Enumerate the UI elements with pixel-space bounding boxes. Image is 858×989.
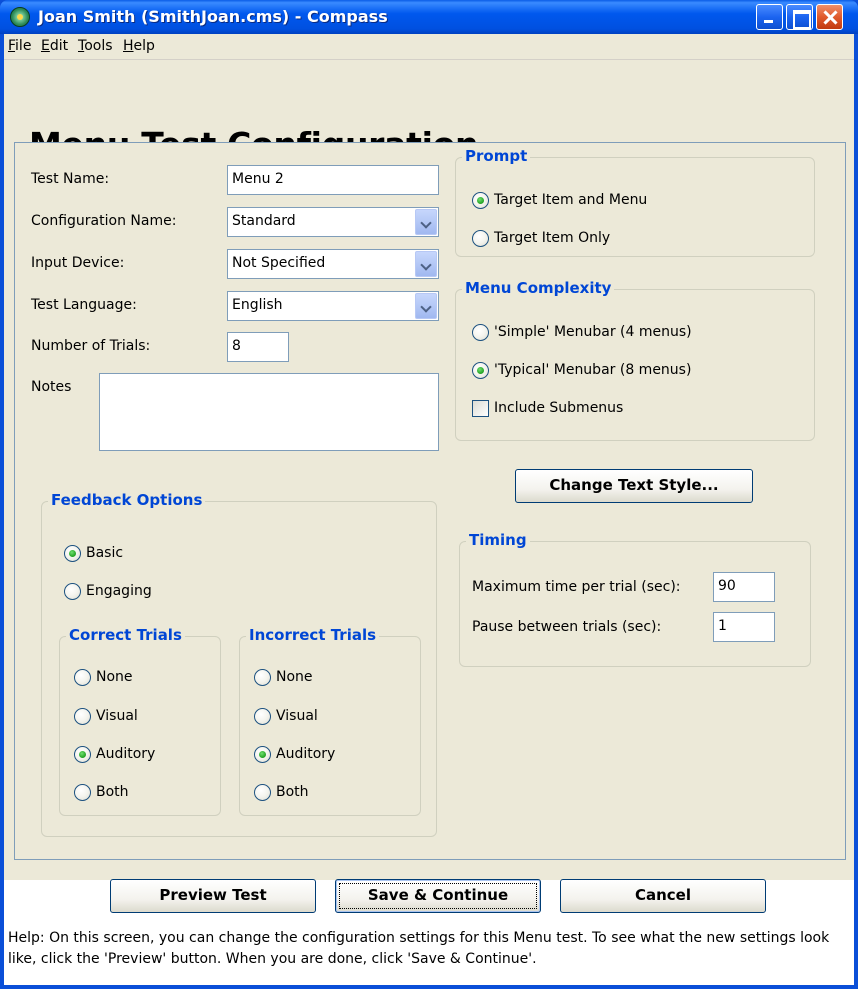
correct-trials-title: Correct Trials <box>66 626 185 644</box>
radio-icon <box>74 669 91 686</box>
input-device-select[interactable]: Not Specified <box>227 249 439 279</box>
checkbox-icon <box>472 400 489 417</box>
trials-input[interactable]: 8 <box>227 332 289 362</box>
menu-help-label: elp <box>133 38 155 54</box>
chevron-down-icon[interactable] <box>415 251 437 277</box>
save-continue-button[interactable]: Save & Continue <box>335 879 541 913</box>
prompt-target-menu-label: Target Item and Menu <box>494 192 648 208</box>
menu-help-mnemonic: H <box>123 38 134 54</box>
prompt-group: Prompt Target Item and Menu Target Item … <box>455 147 815 257</box>
menu-edit[interactable]: Edit <box>41 38 68 54</box>
feedback-options-group: Feedback Options Basic Engaging Correct … <box>41 491 437 837</box>
incorrect-trials-title: Incorrect Trials <box>246 626 380 644</box>
maximize-button[interactable] <box>786 4 813 30</box>
pause-time-input[interactable]: 1 <box>713 612 775 642</box>
incorrect-visual-label: Visual <box>276 708 318 724</box>
incorrect-trials-group: Incorrect Trials None Visual Auditory Bo… <box>239 626 421 816</box>
change-text-style-button[interactable]: Change Text Style... <box>515 469 753 503</box>
minimize-button[interactable] <box>756 4 783 30</box>
correct-both-label: Both <box>96 784 129 800</box>
close-button[interactable] <box>816 4 843 30</box>
radio-icon <box>472 324 489 341</box>
radio-selected-icon <box>472 192 489 209</box>
pause-time-label: Pause between trials (sec): <box>472 619 662 635</box>
cancel-button[interactable]: Cancel <box>560 879 766 913</box>
menu-complexity-title: Menu Complexity <box>462 279 615 297</box>
prompt-target-only-label: Target Item Only <box>494 230 611 246</box>
menu-file[interactable]: File <box>8 38 31 54</box>
config-name-label: Configuration Name: <box>31 213 177 229</box>
feedback-options-title: Feedback Options <box>48 491 206 509</box>
radio-icon <box>74 784 91 801</box>
language-select[interactable]: English <box>227 291 439 321</box>
menu-tools[interactable]: Tools <box>78 38 113 54</box>
radio-icon <box>254 669 271 686</box>
notes-label: Notes <box>31 379 72 395</box>
input-device-value: Not Specified <box>232 255 326 271</box>
window-client: File Edit Tools Help Menu Test Configura… <box>4 34 854 985</box>
help-text: Help: On this screen, you can change the… <box>4 926 854 985</box>
menu-bar: File Edit Tools Help <box>4 34 854 60</box>
feedback-engaging-label: Engaging <box>86 583 152 599</box>
radio-selected-icon <box>472 362 489 379</box>
menu-file-label: ile <box>15 38 32 54</box>
preview-test-button[interactable]: Preview Test <box>110 879 316 913</box>
config-panel: Test Name: Menu 2 Configuration Name: St… <box>14 142 846 860</box>
test-name-input[interactable]: Menu 2 <box>227 165 439 195</box>
app-icon[interactable] <box>10 7 30 27</box>
config-name-select[interactable]: Standard <box>227 207 439 237</box>
incorrect-auditory-label: Auditory <box>276 746 336 762</box>
timing-group: Timing Maximum time per trial (sec): 90 … <box>459 531 811 667</box>
language-label: Test Language: <box>31 297 137 313</box>
menu-edit-label: dit <box>49 38 69 54</box>
input-device-label: Input Device: <box>31 255 125 271</box>
window-title: Joan Smith (SmithJoan.cms) - Compass <box>38 7 388 26</box>
notes-textarea[interactable] <box>99 373 439 451</box>
max-time-label: Maximum time per trial (sec): <box>472 579 681 595</box>
timing-title: Timing <box>466 531 530 549</box>
menu-help[interactable]: Help <box>123 38 155 54</box>
feedback-basic-label: Basic <box>86 545 124 561</box>
menu-edit-mnemonic: E <box>41 38 50 54</box>
radio-icon <box>472 230 489 247</box>
incorrect-both-label: Both <box>276 784 309 800</box>
language-value: English <box>232 297 283 313</box>
window-frame: Joan Smith (SmithJoan.cms) - Compass Fil… <box>0 0 858 989</box>
correct-auditory-label: Auditory <box>96 746 156 762</box>
max-time-input[interactable]: 90 <box>713 572 775 602</box>
radio-icon <box>64 583 81 600</box>
radio-selected-icon <box>254 746 271 763</box>
prompt-title: Prompt <box>462 147 531 165</box>
trials-label: Number of Trials: <box>31 338 151 354</box>
menu-complexity-group: Menu Complexity 'Simple' Menubar (4 menu… <box>455 279 815 441</box>
complexity-simple-label: 'Simple' Menubar (4 menus) <box>494 324 692 340</box>
radio-icon <box>254 708 271 725</box>
include-submenus-label: Include Submenus <box>494 400 624 416</box>
radio-icon <box>254 784 271 801</box>
test-name-label: Test Name: <box>31 171 110 187</box>
radio-selected-icon <box>74 746 91 763</box>
chevron-down-icon[interactable] <box>415 209 437 235</box>
correct-trials-group: Correct Trials None Visual Auditory Both <box>59 626 221 816</box>
chevron-down-icon[interactable] <box>415 293 437 319</box>
radio-icon <box>74 708 91 725</box>
menu-tools-label: ools <box>84 38 113 54</box>
correct-none-label: None <box>96 669 133 685</box>
menu-file-mnemonic: F <box>8 38 16 54</box>
radio-selected-icon <box>64 545 81 562</box>
config-name-value: Standard <box>232 213 296 229</box>
correct-visual-label: Visual <box>96 708 138 724</box>
title-bar[interactable]: Joan Smith (SmithJoan.cms) - Compass <box>0 0 858 34</box>
incorrect-none-label: None <box>276 669 313 685</box>
complexity-typical-label: 'Typical' Menubar (8 menus) <box>494 362 692 378</box>
